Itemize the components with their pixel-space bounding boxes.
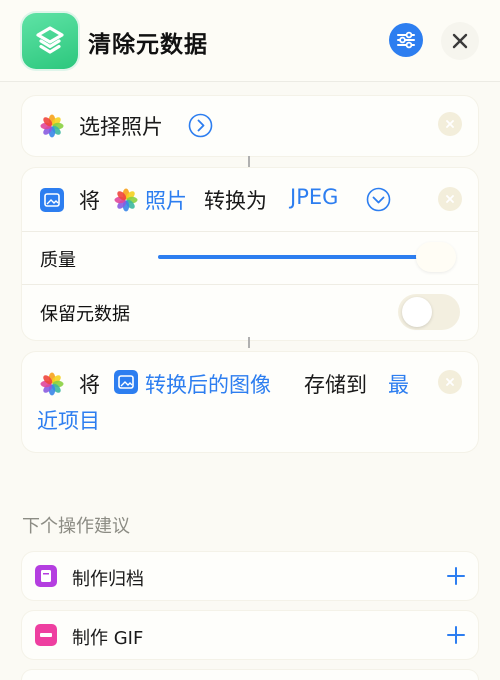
suggestion-make-archive[interactable]: 制作归档: [22, 552, 478, 600]
chevron-right-icon[interactable]: [188, 113, 213, 138]
sliders-icon: [397, 31, 415, 49]
gif-icon: [35, 624, 57, 646]
divider: [22, 231, 478, 232]
layers-icon: [36, 26, 64, 54]
close-icon: [446, 120, 454, 128]
select-photos-label: 选择照片: [79, 115, 163, 139]
quality-label: 质量: [40, 250, 76, 271]
close-icon: [446, 378, 454, 386]
archive-icon: [35, 565, 57, 587]
expand-options-icon[interactable]: [366, 187, 391, 212]
destination-album-part2[interactable]: 近项目: [37, 405, 100, 435]
convert-image-icon: [40, 188, 64, 212]
action-save-to-album[interactable]: 将 转换后的图像 存储到 最 近项目: [22, 352, 478, 452]
photos-app-icon: [40, 372, 64, 396]
keep-metadata-toggle[interactable]: [398, 294, 460, 330]
save-verb: 存储到: [304, 373, 367, 397]
keep-metadata-label: 保留元数据: [40, 304, 130, 325]
quality-slider-track[interactable]: [158, 255, 428, 259]
close-icon: [452, 33, 468, 49]
remove-action-button[interactable]: [438, 370, 462, 394]
add-icon[interactable]: [446, 566, 466, 586]
suggestions-heading: 下个操作建议: [22, 516, 130, 537]
remove-action-button[interactable]: [438, 112, 462, 136]
convert-prefix: 将: [79, 189, 100, 213]
format-parameter[interactable]: JPEG: [290, 185, 338, 209]
close-icon: [446, 195, 454, 203]
flow-connector: [248, 156, 250, 167]
photos-app-icon: [40, 114, 64, 138]
action-select-photos[interactable]: 选择照片: [22, 96, 478, 156]
converted-image-variable-icon: [114, 370, 138, 394]
suggestion-make-gif[interactable]: 制作 GIF: [22, 611, 478, 659]
header: 清除元数据: [0, 0, 500, 82]
save-prefix: 将: [79, 373, 100, 397]
destination-album-part1[interactable]: 最: [388, 369, 409, 399]
close-button[interactable]: [441, 22, 479, 60]
divider: [22, 284, 478, 285]
convert-verb: 转换为: [204, 189, 267, 213]
convert-input-variable[interactable]: 照片: [145, 185, 187, 215]
toggle-knob: [402, 297, 432, 327]
shortcut-app-icon[interactable]: [22, 13, 78, 69]
remove-action-button[interactable]: [438, 187, 462, 211]
add-icon[interactable]: [446, 625, 466, 645]
settings-button[interactable]: [389, 23, 423, 57]
suggestion-next-partial[interactable]: [22, 670, 478, 680]
save-input-variable[interactable]: 转换后的图像: [145, 369, 271, 399]
quality-slider-thumb[interactable]: [416, 242, 456, 272]
photos-app-icon: [114, 188, 138, 212]
shortcut-title[interactable]: 清除元数据: [88, 25, 208, 59]
flow-connector: [248, 337, 250, 348]
suggestion-label: 制作归档: [72, 569, 144, 590]
suggestion-label: 制作 GIF: [72, 628, 144, 649]
